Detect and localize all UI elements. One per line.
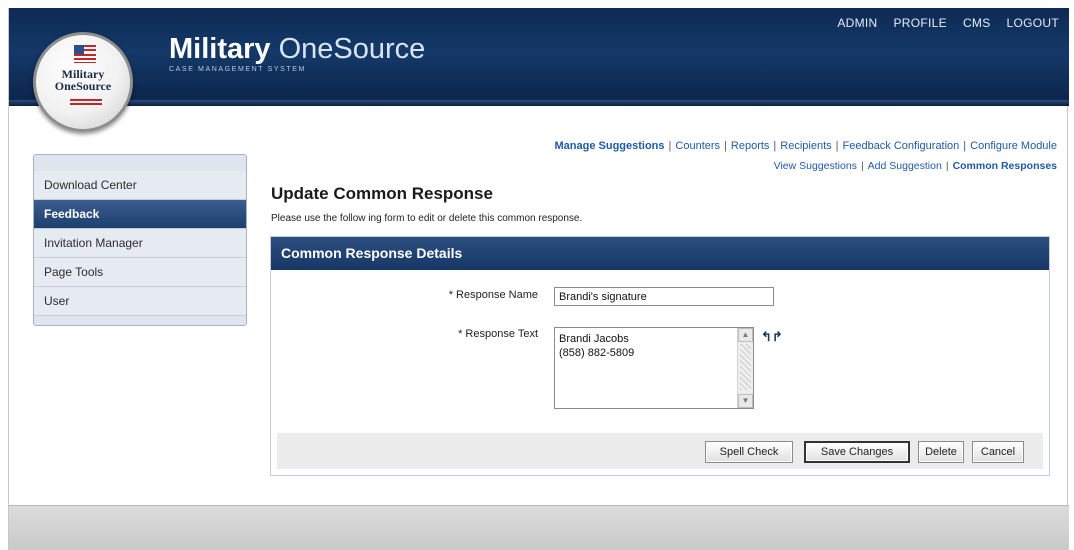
page-title: Update Common Response bbox=[271, 184, 493, 203]
separator: | bbox=[963, 140, 967, 152]
view-suggestions-link[interactable]: View Suggestions bbox=[774, 160, 857, 172]
page-description: Please use the follow ing form to edit o… bbox=[271, 213, 583, 224]
stripes-icon bbox=[70, 99, 102, 105]
response-name-input[interactable] bbox=[554, 287, 774, 306]
save-changes-button[interactable]: Save Changes bbox=[804, 441, 910, 463]
profile-link[interactable]: PROFILE bbox=[893, 16, 946, 30]
top-nav: ADMIN PROFILE CMS LOGOUT bbox=[837, 16, 1059, 30]
brand: Military OneSource CASE MANAGEMENT SYSTE… bbox=[169, 34, 425, 73]
add-suggestion-link[interactable]: Add Suggestion bbox=[868, 160, 942, 172]
reports-link[interactable]: Reports bbox=[731, 140, 770, 152]
separator: | bbox=[835, 140, 839, 152]
delete-button[interactable]: Delete bbox=[918, 441, 964, 463]
counters-link[interactable]: Counters bbox=[675, 140, 720, 152]
scroll-track[interactable] bbox=[740, 344, 751, 390]
cancel-button[interactable]: Cancel bbox=[972, 441, 1024, 463]
separator: | bbox=[724, 140, 727, 152]
header: ADMIN PROFILE CMS LOGOUT Military OneSou… bbox=[9, 8, 1069, 106]
sidebar-item-page-tools[interactable]: Page Tools bbox=[34, 258, 246, 287]
seal-text: Military OneSource bbox=[36, 68, 130, 92]
configure-module-link[interactable]: Configure Module bbox=[970, 140, 1057, 152]
separator: | bbox=[860, 160, 864, 172]
separator: | bbox=[945, 160, 949, 172]
admin-link[interactable]: ADMIN bbox=[837, 16, 877, 30]
separator: | bbox=[668, 140, 672, 152]
scroll-up-icon[interactable]: ▲ bbox=[738, 328, 753, 342]
scroll-down-icon[interactable]: ▼ bbox=[738, 394, 753, 408]
brand-title-light: OneSource bbox=[270, 33, 426, 65]
button-bar: Spell Check Save Changes Delete Cancel bbox=[277, 433, 1043, 469]
sidebar-item-feedback[interactable]: Feedback bbox=[34, 200, 246, 229]
manage-suggestions-link[interactable]: Manage Suggestions bbox=[555, 140, 665, 152]
response-text-textarea[interactable]: Brandi Jacobs (858) 882-5809 ▲ ▼ bbox=[554, 327, 754, 409]
page-frame: ADMIN PROFILE CMS LOGOUT Military OneSou… bbox=[8, 8, 1069, 550]
brand-title-bold: Military bbox=[169, 33, 271, 65]
cms-link[interactable]: CMS bbox=[963, 16, 991, 30]
response-name-label: * Response Name bbox=[448, 289, 538, 301]
resize-arrows-icon[interactable]: ↰↱ bbox=[761, 329, 783, 345]
recipients-link[interactable]: Recipients bbox=[780, 140, 831, 152]
logout-link[interactable]: LOGOUT bbox=[1007, 16, 1059, 30]
primary-subnav: Manage Suggestions | Counters | Reports | Reci… bbox=[555, 140, 1058, 152]
sidebar-item-invitation-manager[interactable]: Invitation Manager bbox=[34, 229, 246, 258]
secondary-subnav: View Suggestions | Add Suggestion | Common R… bbox=[774, 160, 1057, 172]
panel-title: Common Response Details bbox=[271, 237, 1049, 270]
sidebar-item-download-center[interactable]: Download Center bbox=[34, 171, 246, 200]
flag-icon bbox=[74, 45, 96, 63]
military-onesource-logo[interactable]: Military OneSource bbox=[33, 32, 133, 132]
feedback-configuration-link[interactable]: Feedback Configuration bbox=[843, 140, 960, 152]
brand-subtitle: CASE MANAGEMENT SYSTEM bbox=[169, 66, 306, 73]
separator: | bbox=[773, 140, 777, 152]
footer bbox=[9, 505, 1069, 550]
response-text-value: Brandi Jacobs (858) 882-5809 bbox=[559, 333, 635, 359]
brand-title: Military OneSource bbox=[169, 34, 425, 64]
seal-line-2: OneSource bbox=[54, 79, 112, 93]
common-responses-link[interactable]: Common Responses bbox=[953, 160, 1057, 172]
sidebar-item-user[interactable]: User bbox=[34, 287, 246, 316]
response-text-label: * Response Text bbox=[458, 328, 538, 340]
textarea-scrollbar[interactable]: ▲ ▼ bbox=[737, 328, 753, 408]
spell-check-button[interactable]: Spell Check bbox=[705, 441, 793, 463]
common-response-panel: Common Response Details * Response Name … bbox=[270, 236, 1050, 476]
sidebar: Download Center Feedback Invitation Mana… bbox=[33, 154, 247, 326]
